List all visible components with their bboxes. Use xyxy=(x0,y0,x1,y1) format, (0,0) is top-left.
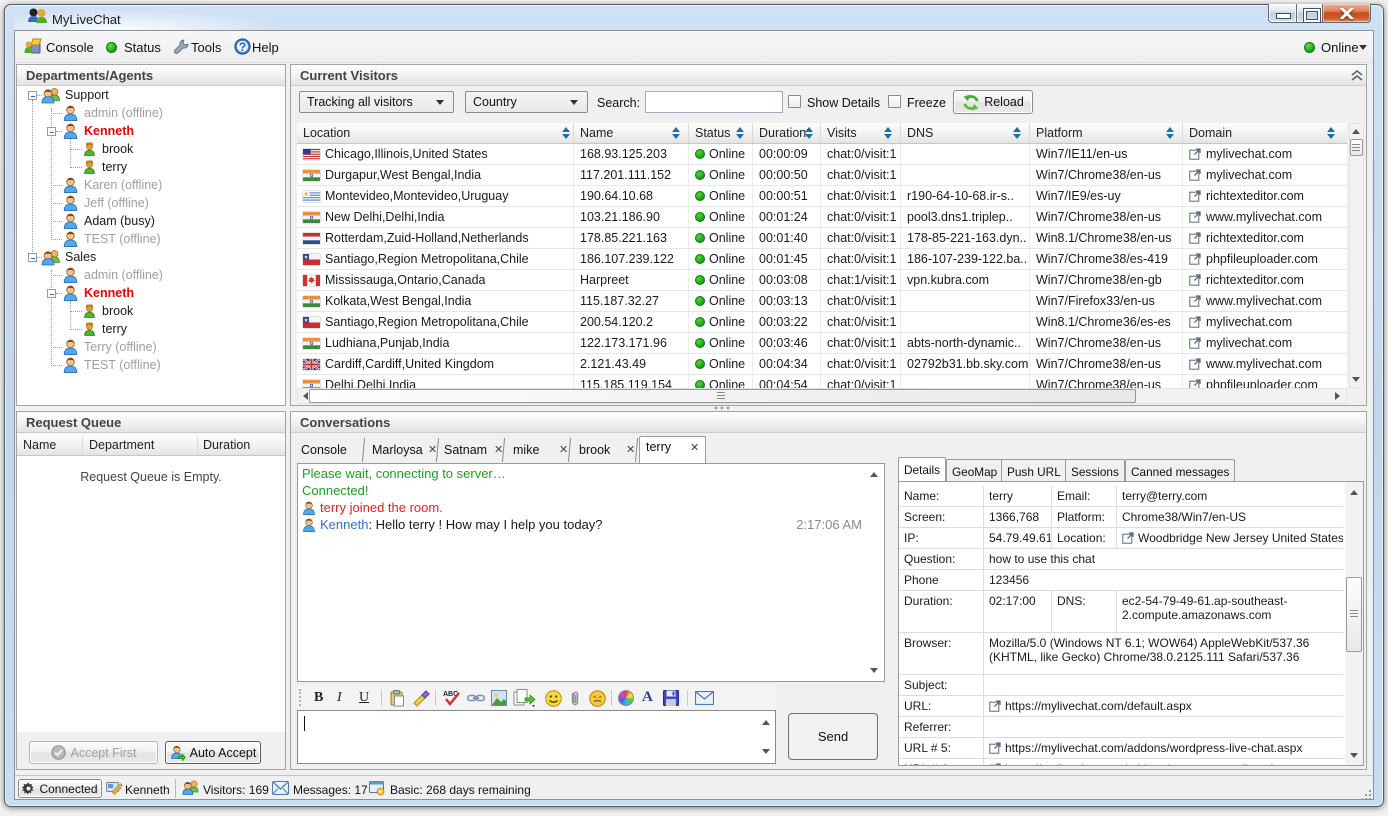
svg-text:?: ? xyxy=(239,40,246,54)
